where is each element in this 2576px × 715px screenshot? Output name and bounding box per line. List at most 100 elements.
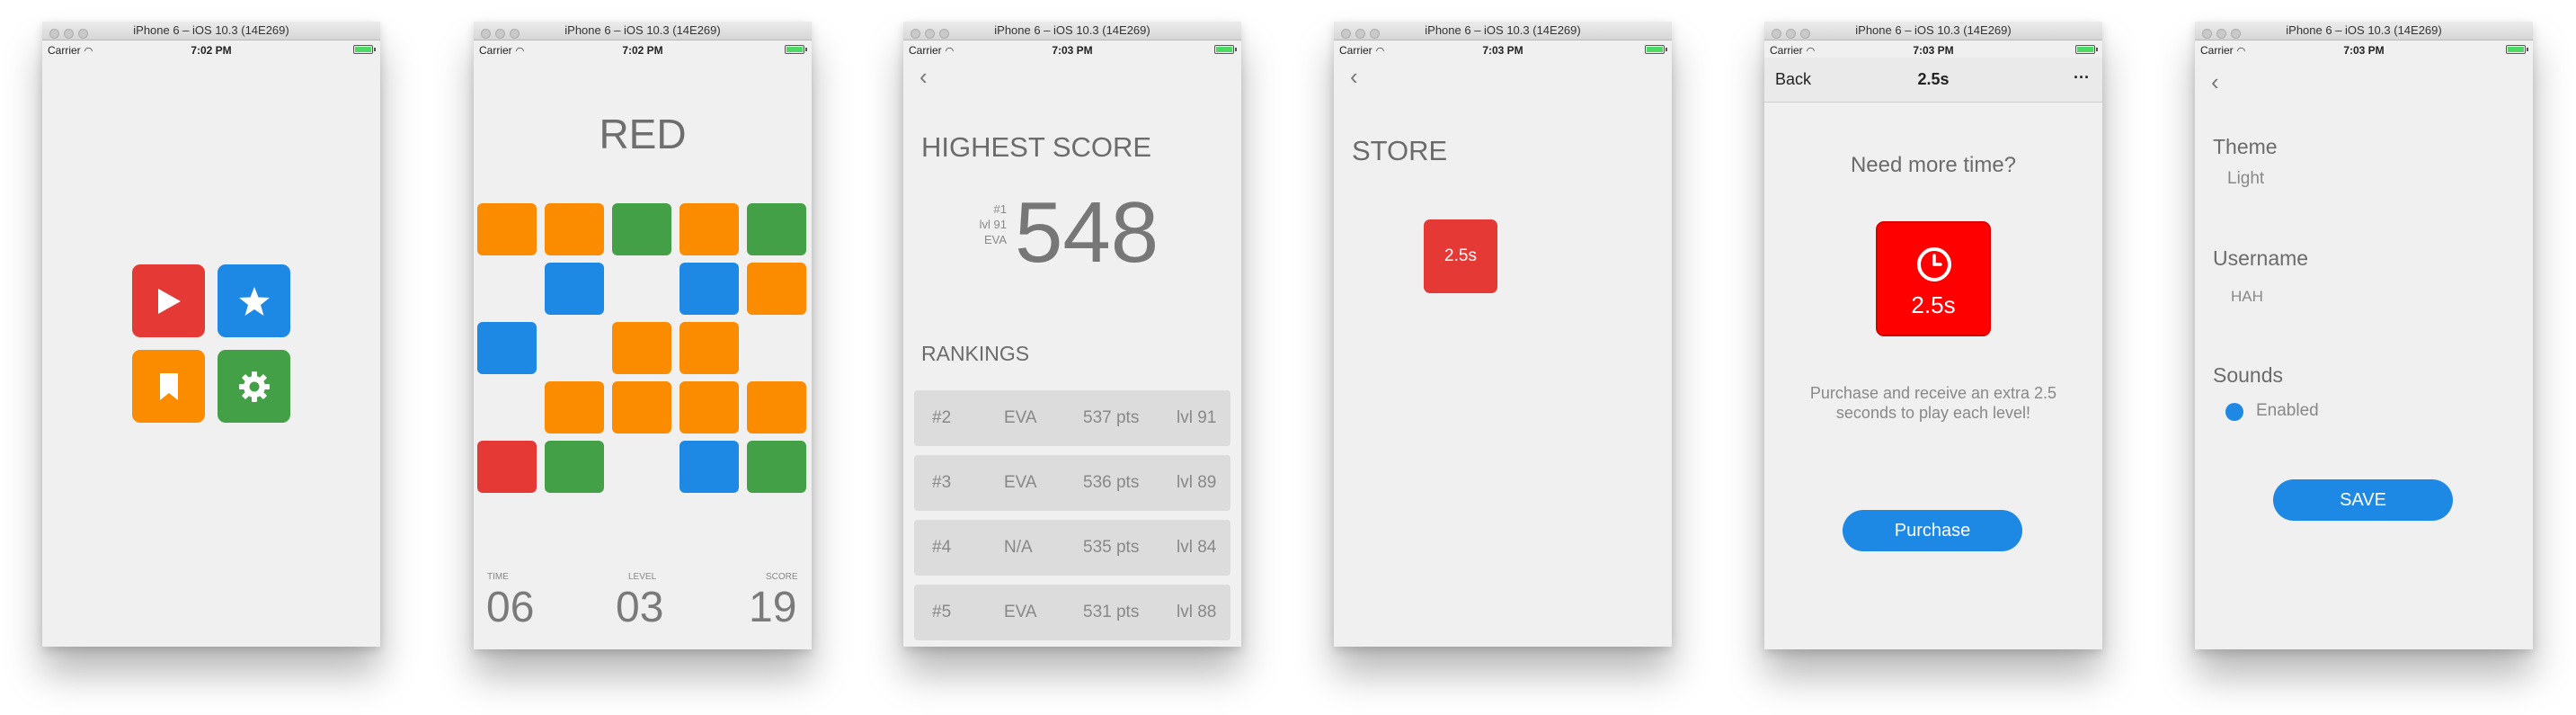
sounds-label: Sounds [2213, 363, 2284, 387]
color-block-orange[interactable] [545, 203, 604, 255]
window-title: iPhone 6 – iOS 10.3 (14E269) [564, 23, 721, 37]
color-block-orange[interactable] [545, 381, 604, 433]
ranking-name: N/A [1004, 538, 1033, 557]
window-title: iPhone 6 – iOS 10.3 (14E269) [133, 23, 289, 37]
window-title: iPhone 6 – iOS 10.3 (14E269) [1855, 23, 2012, 37]
theme-value[interactable]: Light [2227, 169, 2264, 189]
color-block-blue[interactable] [545, 263, 604, 315]
color-block-green[interactable] [545, 441, 604, 493]
username-label: Username [2213, 246, 2309, 270]
color-block-orange[interactable] [747, 381, 806, 433]
ranking-rank: #2 [932, 408, 952, 427]
simulator-window-scores: iPhone 6 – iOS 10.3 (14E269) Carrier ◠ 7:… [903, 22, 1241, 647]
score-value: 19 [749, 584, 797, 631]
purchase-button[interactable]: Purchase [1843, 510, 2022, 551]
rankings-title: RANKINGS [921, 342, 1030, 365]
color-block-orange[interactable] [747, 263, 806, 315]
play-icon [157, 288, 181, 314]
status-time: 7:02 PM [191, 44, 232, 57]
color-block-orange[interactable] [612, 322, 671, 374]
need-more-time-heading: Need more time? [1850, 153, 2017, 177]
window-titlebar: iPhone 6 – iOS 10.3 (14E269) [2195, 22, 2533, 40]
battery-icon [785, 45, 807, 54]
bookmark-icon [159, 372, 178, 400]
window-titlebar: iPhone 6 – iOS 10.3 (14E269) [1764, 22, 2102, 40]
window-titlebar: iPhone 6 – iOS 10.3 (14E269) [903, 22, 1241, 40]
color-block-green[interactable] [747, 441, 806, 493]
store-title: STORE [1352, 135, 1448, 166]
color-block-orange[interactable] [680, 203, 739, 255]
ranking-row: #4 N/A 535 pts lvl 84 [914, 520, 1230, 576]
status-bar: Carrier ◠ 7:03 PM [903, 40, 1241, 58]
theme-label: Theme [2213, 135, 2278, 158]
settings-button[interactable] [218, 350, 290, 423]
purchase-item: 2.5s [1876, 221, 1991, 336]
color-block-orange[interactable] [612, 381, 671, 433]
status-bar: Carrier ◠ 7:03 PM [1764, 40, 2102, 58]
battery-icon [2075, 45, 2098, 54]
purchase-description: Purchase and receive an extra 2.5 second… [1764, 383, 2102, 423]
color-block-red[interactable] [477, 441, 537, 493]
window-titlebar: iPhone 6 – iOS 10.3 (14E269) [42, 22, 380, 40]
ranking-name: EVA [1004, 603, 1037, 621]
back-button[interactable]: ‹ [1350, 63, 1358, 91]
ranking-name: EVA [1004, 473, 1037, 492]
back-button[interactable]: ‹ [2211, 68, 2219, 96]
status-time: 7:03 PM [1482, 44, 1523, 57]
store-item-time[interactable]: 2.5s [1424, 219, 1497, 293]
back-button[interactable]: ‹ [919, 63, 928, 91]
status-time: 7:02 PM [622, 44, 663, 57]
color-block-blue[interactable] [680, 263, 739, 315]
play-button[interactable] [132, 264, 205, 337]
ranking-pts: 531 pts [1083, 603, 1140, 621]
top-score-meta: #1 lvl 91 EVA [957, 201, 1007, 247]
battery-icon [353, 45, 376, 54]
window-title: iPhone 6 – iOS 10.3 (14E269) [994, 23, 1150, 37]
color-block-blue[interactable] [680, 441, 739, 493]
highscores-button[interactable] [218, 264, 290, 337]
save-button[interactable]: SAVE [2273, 479, 2453, 521]
purchase-description-line: seconds to play each level! [1835, 404, 2031, 422]
simulator-window-game: iPhone 6 – iOS 10.3 (14E269) Carrier ◠ 7:… [474, 22, 812, 649]
ranking-rank: #3 [932, 473, 952, 492]
purchase-description-line: Purchase and receive an extra 2.5 [1809, 384, 2057, 402]
top-name: EVA [983, 233, 1007, 246]
color-block-orange[interactable] [477, 203, 537, 255]
ranking-lvl: lvl 89 [1177, 473, 1217, 492]
ranking-lvl: lvl 88 [1177, 603, 1217, 621]
color-block-green[interactable] [747, 203, 806, 255]
navigation-bar: Back 2.5s ··· [1764, 58, 2102, 103]
highest-score-title: HIGHEST SCORE [921, 131, 1152, 163]
simulator-window-menu: iPhone 6 – iOS 10.3 (14E269) Carrier ◠ 7:… [42, 22, 380, 647]
more-button[interactable]: ··· [2074, 68, 2090, 87]
level-label: LEVEL [628, 572, 657, 582]
store-item-label: 2.5s [1444, 246, 1477, 265]
sounds-enabled-radio[interactable] [2225, 403, 2243, 421]
level-value: 03 [616, 584, 664, 631]
color-block-blue[interactable] [477, 322, 537, 374]
simulator-window-purchase: iPhone 6 – iOS 10.3 (14E269) Carrier ◠ 7:… [1764, 22, 2102, 649]
ranking-rank: #4 [932, 538, 952, 557]
window-titlebar: iPhone 6 – iOS 10.3 (14E269) [474, 22, 812, 40]
color-block-green[interactable] [612, 203, 671, 255]
top-rank: #1 [993, 202, 1007, 216]
status-time: 7:03 PM [2343, 44, 2385, 57]
ranking-row: #2 EVA 537 pts lvl 91 [914, 390, 1230, 446]
color-block-orange[interactable] [680, 381, 739, 433]
top-level: lvl 91 [979, 218, 1007, 231]
battery-icon [1214, 45, 1237, 54]
ranking-pts: 535 pts [1083, 538, 1140, 557]
ranking-row: #3 EVA 536 pts lvl 89 [914, 455, 1230, 511]
status-bar: Carrier ◠ 7:02 PM [474, 40, 812, 58]
battery-icon [2506, 45, 2528, 54]
status-time: 7:03 PM [1913, 44, 1954, 57]
status-bar: Carrier ◠ 7:03 PM [2195, 40, 2533, 58]
username-field[interactable]: HAH [2231, 288, 2263, 306]
ranking-rank: #5 [932, 603, 952, 621]
store-button[interactable] [132, 350, 205, 423]
nav-title: 2.5s [1917, 70, 1950, 88]
color-block-orange[interactable] [680, 322, 739, 374]
battery-icon [1645, 45, 1667, 54]
ranking-pts: 536 pts [1083, 473, 1140, 492]
ranking-lvl: lvl 84 [1177, 538, 1217, 557]
